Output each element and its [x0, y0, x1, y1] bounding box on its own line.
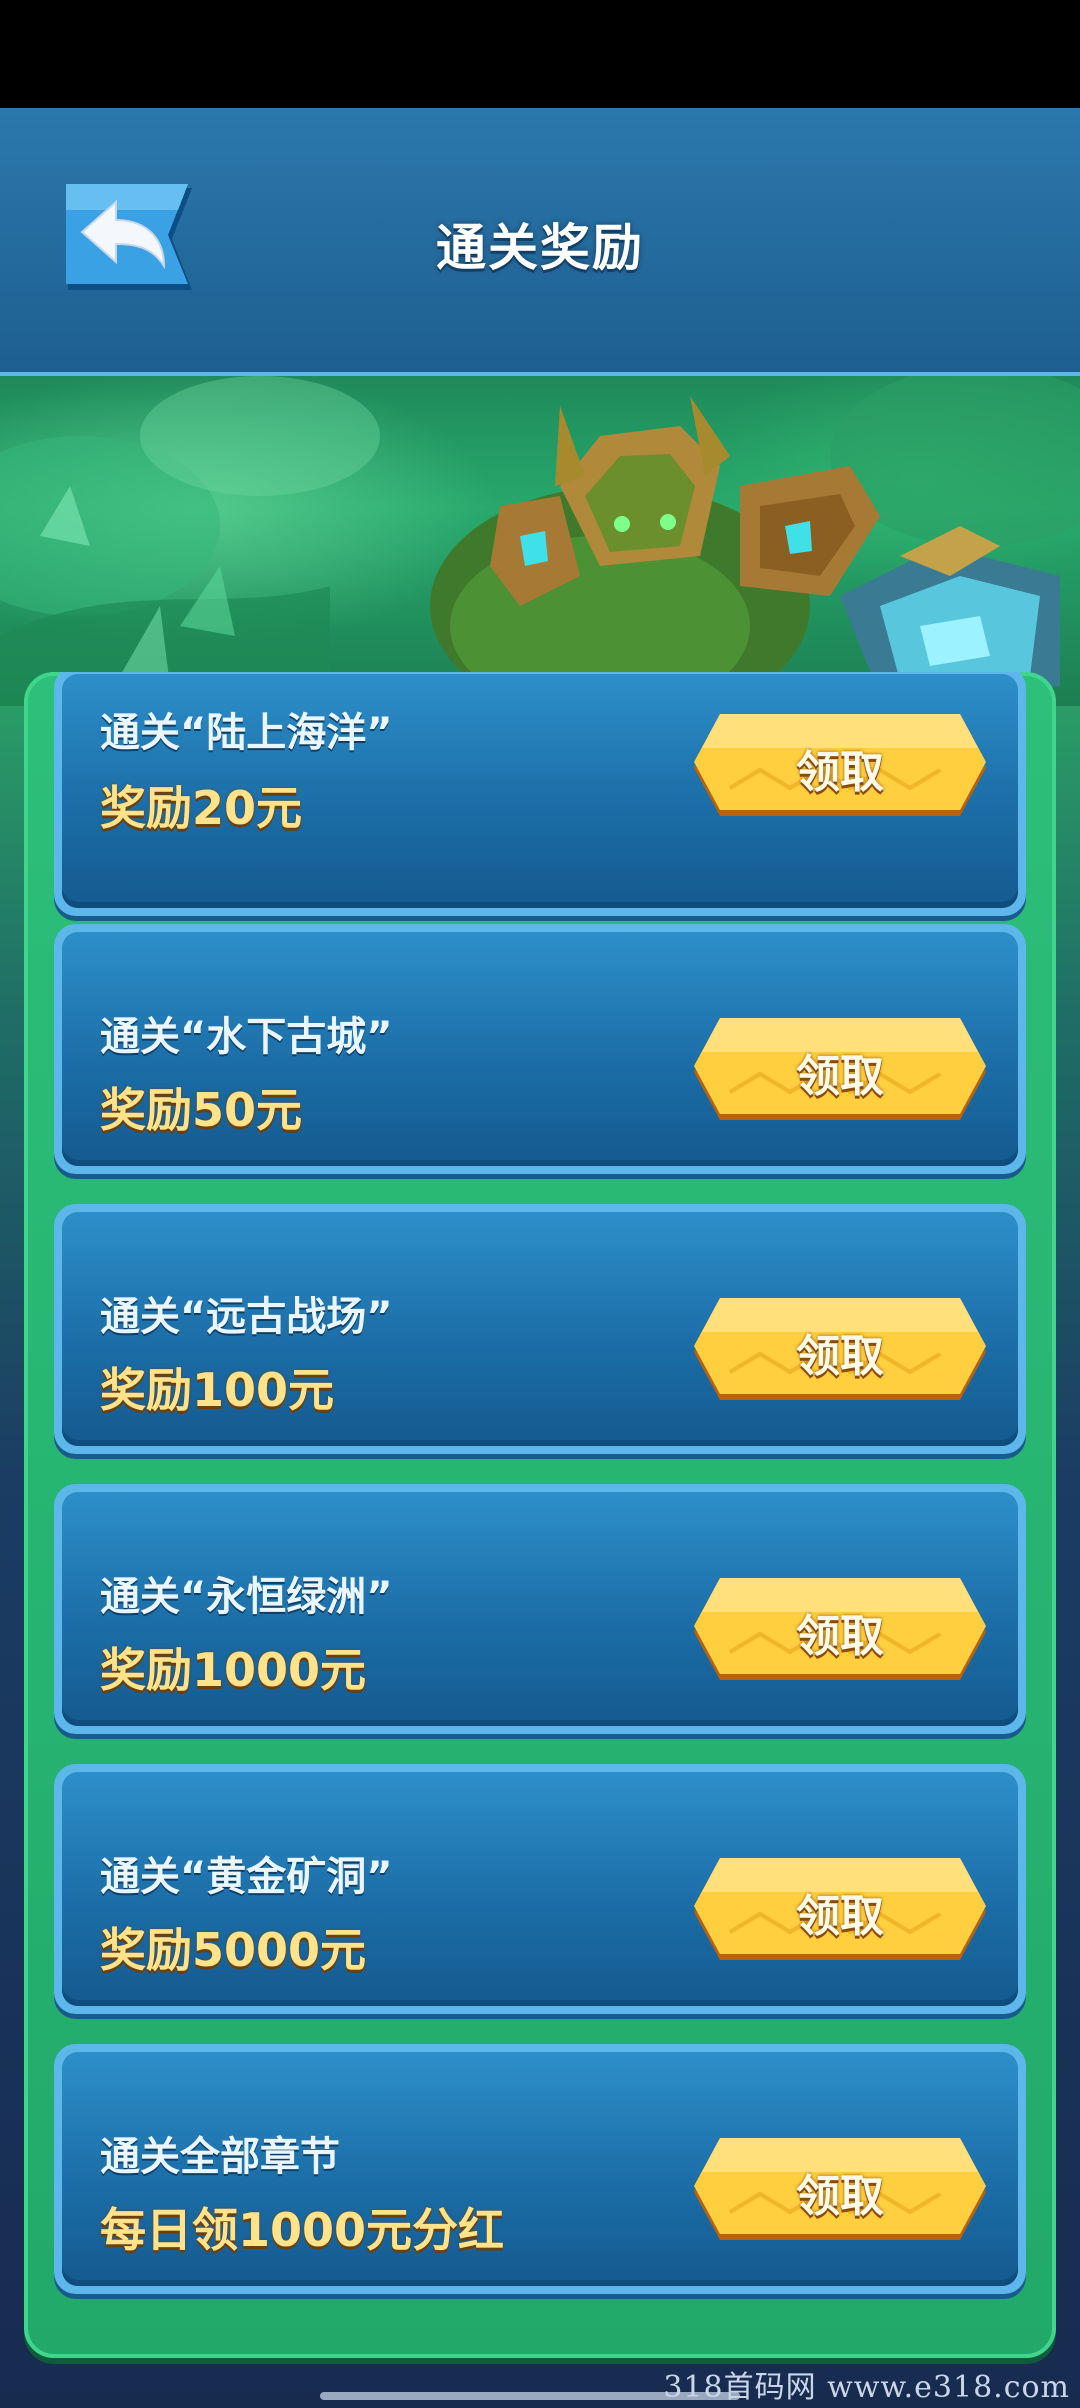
reward-card-amount: 奖励50元: [100, 1083, 303, 1137]
reward-card-amount: 奖励100元: [100, 1363, 335, 1417]
banner-image: [0, 376, 1080, 706]
page-title: 通关奖励: [436, 219, 644, 277]
reward-card: 通关“陆上海洋” 奖励20元 领取: [54, 672, 1026, 916]
reward-card-title: 通关“水下古城”: [100, 1014, 393, 1060]
reward-card: 通关“水下古城” 奖励50元 领取: [54, 924, 1026, 1174]
claim-button[interactable]: 领取: [690, 710, 990, 820]
reward-card-amount: 每日领1000元分红: [100, 2203, 505, 2257]
watermark: 318首码网 www.e318.com: [663, 2370, 1070, 2405]
claim-button-bg: [694, 1298, 986, 1400]
reward-card-amount: 奖励5000元: [100, 1923, 367, 1977]
claim-button-bg: [694, 1858, 986, 1960]
claim-button[interactable]: 领取: [690, 1294, 990, 1404]
reward-card-amount: 奖励20元: [100, 781, 303, 835]
reward-card-amount: 奖励1000元: [100, 1643, 367, 1697]
reward-card: 通关“永恒绿洲” 奖励1000元 领取: [54, 1484, 1026, 1734]
reward-card-title: 通关“黄金矿洞”: [100, 1854, 393, 1900]
reward-card-title: 通关“远古战场”: [100, 1294, 393, 1340]
reward-card: 通关“黄金矿洞” 奖励5000元 领取: [54, 1764, 1026, 2014]
reward-card-title: 通关“陆上海洋”: [100, 710, 393, 756]
reward-card-title: 通关“永恒绿洲”: [100, 1574, 393, 1620]
rewards-panel: 通关“陆上海洋” 奖励20元 领取 通关“水下古城” 奖励50元 领取 通关“远…: [24, 672, 1056, 2358]
claim-button[interactable]: 领取: [690, 1574, 990, 1684]
claim-button[interactable]: 领取: [690, 1854, 990, 1964]
status-bar: [0, 0, 1080, 108]
claim-button[interactable]: 领取: [690, 2134, 990, 2244]
claim-button[interactable]: 领取: [690, 1014, 990, 1124]
claim-button-bg: [694, 714, 986, 816]
header: 通关奖励: [0, 108, 1080, 376]
reward-card: 通关全部章节 每日领1000元分红 领取: [54, 2044, 1026, 2294]
claim-button-bg: [694, 1018, 986, 1120]
claim-button-bg: [694, 1578, 986, 1680]
claim-button-bg: [694, 2138, 986, 2240]
reward-card-title: 通关全部章节: [100, 2134, 340, 2180]
reward-card: 通关“远古战场” 奖励100元 领取: [54, 1204, 1026, 1454]
